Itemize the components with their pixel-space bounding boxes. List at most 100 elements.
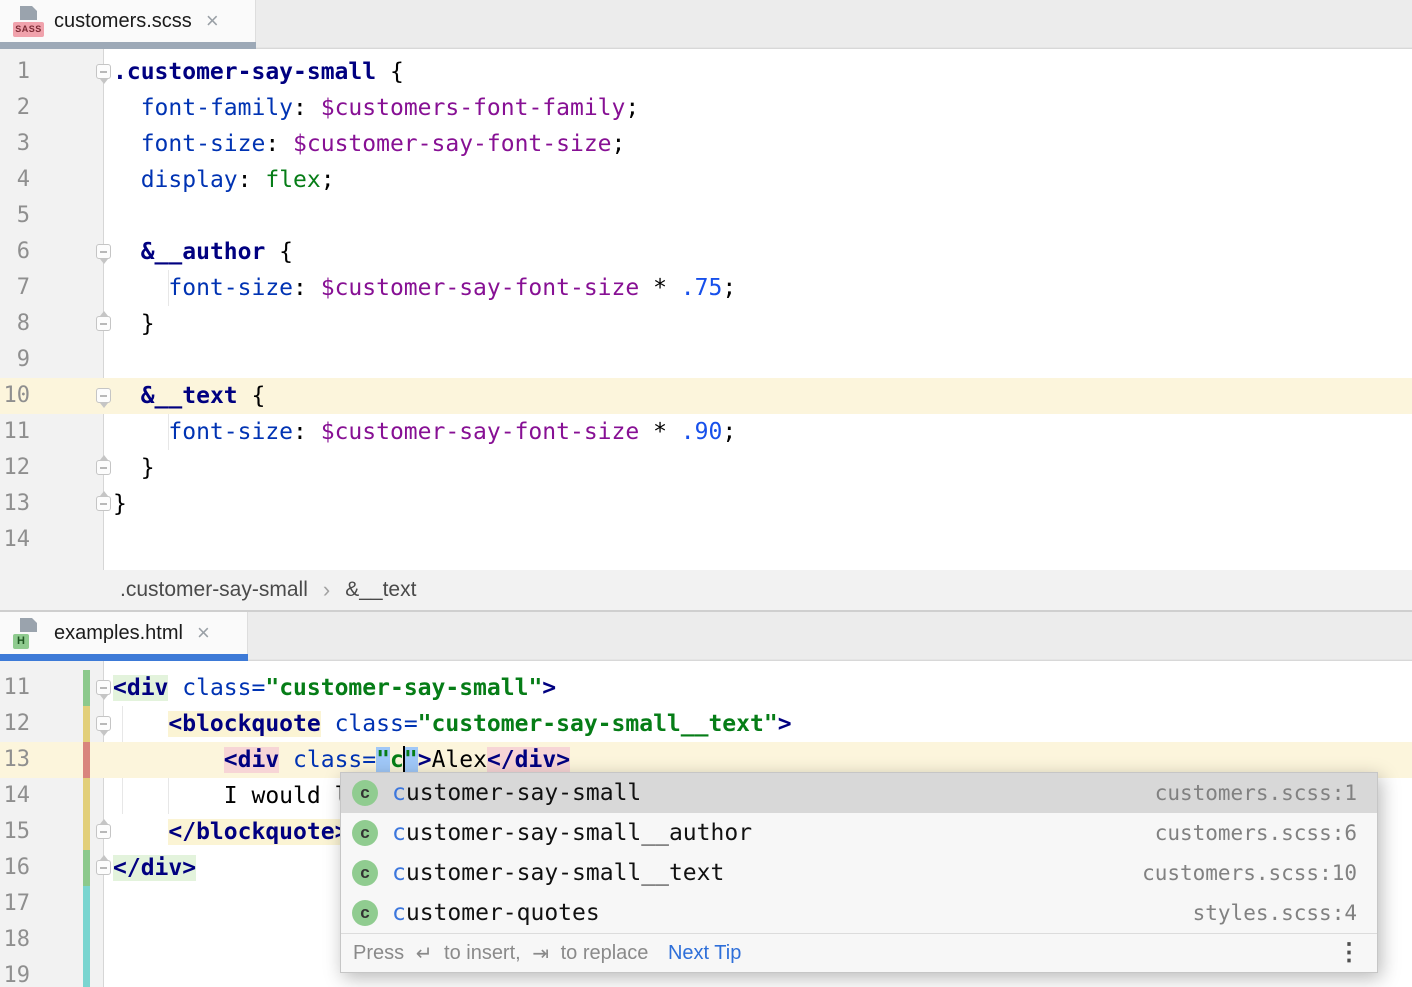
code-line[interactable]: 3 font-size: $customer-say-font-size; (0, 126, 1412, 162)
code-text: .customer-say-small { (113, 54, 1412, 90)
file-page-shape (20, 6, 37, 20)
code-text: } (113, 306, 1412, 342)
fold-marker[interactable] (96, 460, 111, 475)
completion-label: customer-say-small (392, 780, 1155, 806)
code-line[interactable]: 4 display: flex; (0, 162, 1412, 198)
fold-marker[interactable] (96, 824, 111, 839)
code-line[interactable]: 11 <div class="customer-say-small"> (0, 670, 1412, 706)
code-line[interactable]: 11 font-size: $customer-say-font-size * … (0, 414, 1412, 450)
scss-tab-bar: SASS customers.scss × (0, 0, 1412, 42)
line-number: 17 (0, 886, 30, 922)
code-line[interactable]: 8 } (0, 306, 1412, 342)
tab-examples-html[interactable]: H examples.html × (0, 612, 248, 654)
code-text: &__author { (113, 234, 1412, 270)
line-number: 9 (0, 342, 30, 378)
code-text: <blockquote class="customer-say-small__t… (113, 706, 1412, 742)
code-line[interactable]: 12 } (0, 450, 1412, 486)
scss-code-editor[interactable]: 1.customer-say-small {2 font-family: $cu… (0, 49, 1412, 570)
tag-tree-gutter-bar (83, 958, 90, 987)
tag-tree-gutter-bar (83, 706, 90, 742)
tag-tree-gutter-bar (83, 922, 90, 958)
line-number: 13 (0, 486, 30, 522)
code-line[interactable]: 7 font-size: $customer-say-font-size * .… (0, 270, 1412, 306)
code-text: <div class="customer-say-small"> (113, 670, 1412, 706)
line-number: 12 (0, 450, 30, 486)
fold-marker[interactable] (96, 64, 111, 79)
fold-marker[interactable] (96, 388, 111, 403)
line-number: 15 (0, 814, 30, 850)
close-icon[interactable]: × (197, 622, 210, 644)
code-text: font-family: $customers-font-family; (113, 90, 1412, 126)
completion-item[interactable]: ccustomer-quotesstyles.scss:4 (341, 893, 1377, 933)
tab-title: customers.scss (54, 10, 192, 33)
completion-label: customer-say-small__author (392, 820, 1155, 846)
completion-label: customer-say-small__text (392, 860, 1142, 886)
line-number: 7 (0, 270, 30, 306)
completion-label: customer-quotes (392, 900, 1193, 926)
code-line[interactable]: 13} (0, 486, 1412, 522)
ide-window: SASS customers.scss × 1 .customer-say-sma… (0, 0, 1412, 987)
line-number: 6 (0, 234, 30, 270)
code-text: } (113, 486, 1412, 522)
fold-marker[interactable] (96, 716, 111, 731)
more-options-icon[interactable]: ⋮ (1337, 941, 1361, 965)
css-class-icon: c (352, 860, 378, 886)
tag-tree-gutter-bar (83, 850, 90, 886)
fold-marker[interactable] (96, 860, 111, 875)
footer-hint-insert: to insert, (438, 942, 526, 965)
line-number: 2 (0, 90, 30, 126)
fold-marker[interactable] (96, 680, 111, 695)
completion-item[interactable]: ccustomer-say-small__textcustomers.scss:… (341, 853, 1377, 893)
tab-customers-scss[interactable]: SASS customers.scss × (0, 0, 256, 42)
sass-badge: SASS (13, 22, 44, 37)
completion-popup: ccustomer-say-smallcustomers.scss:1ccust… (340, 772, 1378, 973)
line-number: 14 (0, 778, 30, 814)
line-number: 3 (0, 126, 30, 162)
enter-key-icon: ↵ (416, 941, 433, 966)
code-line[interactable]: 1 .customer-say-small { (0, 54, 1412, 90)
completion-list: ccustomer-say-smallcustomers.scss:1ccust… (341, 773, 1377, 933)
line-number: 1 (0, 54, 30, 90)
code-line[interactable]: 10 &__text { (0, 378, 1412, 414)
active-tab-underline (0, 42, 1412, 49)
next-tip-link[interactable]: Next Tip (668, 942, 741, 965)
scss-editor-pane: SASS customers.scss × 1 .customer-say-sma… (0, 0, 1412, 612)
completion-footer: Press ↵ to insert, ⇥ to replace Next Tip… (341, 933, 1377, 972)
css-class-icon: c (352, 820, 378, 846)
line-number: 11 (0, 414, 30, 450)
tag-tree-gutter-bar (83, 814, 90, 850)
tab-title: examples.html (54, 622, 183, 645)
line-number: 14 (0, 522, 30, 558)
footer-hint-replace: to replace (555, 942, 654, 965)
completion-item[interactable]: ccustomer-say-small__authorcustomers.scs… (341, 813, 1377, 853)
tag-tree-gutter-bar (83, 886, 90, 922)
code-line[interactable]: 5 (0, 198, 1412, 234)
completion-item[interactable]: ccustomer-say-smallcustomers.scss:1 (341, 773, 1377, 813)
code-text: display: flex; (113, 162, 1412, 198)
close-icon[interactable]: × (206, 10, 219, 32)
tag-tree-gutter-bar (83, 742, 90, 778)
breadcrumb-item-selector[interactable]: .customer-say-small (120, 578, 308, 602)
completion-location: customers.scss:1 (1155, 781, 1357, 805)
line-number: 19 (0, 958, 30, 987)
code-line[interactable]: 14 (0, 522, 1412, 558)
code-line[interactable]: 12 <blockquote class="customer-say-small… (0, 706, 1412, 742)
code-line[interactable]: 9 (0, 342, 1412, 378)
code-line[interactable]: 2 font-family: $customers-font-family; (0, 90, 1412, 126)
line-number: 4 (0, 162, 30, 198)
fold-marker[interactable] (96, 244, 111, 259)
line-number: 11 (0, 670, 30, 706)
code-text: &__text { (113, 378, 1412, 414)
line-number: 10 (0, 378, 30, 414)
fold-marker[interactable] (96, 316, 111, 331)
completion-location: styles.scss:4 (1193, 901, 1357, 925)
code-text: font-size: $customer-say-font-size; (113, 126, 1412, 162)
html-file-icon: H (12, 618, 44, 649)
breadcrumb-item-nested-selector[interactable]: &__text (345, 578, 416, 602)
line-number: 18 (0, 922, 30, 958)
line-number: 16 (0, 850, 30, 886)
code-text: font-size: $customer-say-font-size * .90… (113, 414, 1412, 450)
code-line[interactable]: 6 &__author { (0, 234, 1412, 270)
fold-marker[interactable] (96, 496, 111, 511)
tab-key-icon: ⇥ (532, 941, 549, 966)
